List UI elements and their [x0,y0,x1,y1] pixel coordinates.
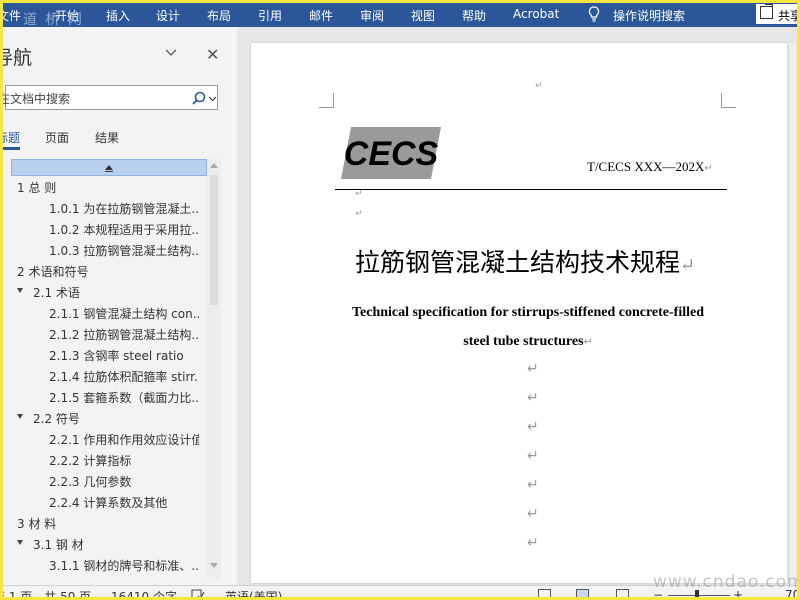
heading-item[interactable]: 2.2.1 作用和作用效应设计值 [49,429,199,449]
document-title-cn: 拉筋钢管混凝土结构技术规程↵ [355,248,696,277]
tab-review[interactable]: 审阅 [360,7,384,24]
collapse-arrow-icon[interactable] [17,414,23,419]
heading-item[interactable]: 2.1.1 钢管混凝土结构 con... [49,303,199,323]
tab-layout[interactable]: 布局 [207,7,231,24]
cecs-logo: CECS [341,127,441,179]
document-title-en-line1: Technical specification for stirrups-sti… [351,305,705,320]
zoom-slider[interactable] [668,595,730,596]
paragraph-mark: ↵ [355,209,363,219]
share-button[interactable]: 共享 [755,3,800,25]
nav-search-box [3,85,218,110]
heading-item[interactable]: 2.2 符号 [17,408,167,428]
document-page[interactable]: ↵ CECS T/CECS XXX—202X↵ ↵ ↵ 拉筋钢管混凝土结构技术规… [251,43,787,583]
paragraph-mark: ↵ [527,448,539,464]
heading-item[interactable]: 1.0.1 为在拉筋钢管混凝土... [49,198,199,218]
collapse-arrow-icon[interactable] [17,540,23,545]
lightbulb-icon[interactable] [588,6,600,22]
collapse-arrow-icon[interactable] [17,288,23,293]
heading-item[interactable]: 1 总 则 [17,177,167,197]
close-icon[interactable]: ✕ [206,45,219,64]
heading-item[interactable]: 3 材 料 [17,513,167,533]
document-area: ↵ CECS T/CECS XXX—202X↵ ↵ ↵ 拉筋钢管混凝土结构技术规… [237,27,797,585]
heading-item[interactable]: 2.1.2 拉筋钢管混凝土结构... [49,324,199,344]
tab-insert[interactable]: 插入 [106,7,130,24]
tab-help[interactable]: 帮助 [462,7,486,24]
tab-design[interactable]: 设计 [156,7,180,24]
paragraph-mark: ↵ [527,477,539,493]
tab-mailings[interactable]: 邮件 [309,7,333,24]
read-mode-icon[interactable] [538,589,551,597]
tab-references[interactable]: 引用 [258,7,282,24]
nav-title: 导航 [3,47,33,69]
paragraph-mark: ↵ [527,361,539,377]
crop-mark-top-left [319,93,334,108]
scroll-up-icon[interactable] [210,163,218,168]
nav-search-input[interactable] [3,89,170,108]
share-label: 共享 [778,9,800,23]
document-scrollbar[interactable] [790,43,796,583]
heading-item[interactable]: 2.1.3 含钢率 steel ratio [49,345,199,365]
page-indicator[interactable]: 第 1 页，共 50 页 [3,588,91,597]
heading-item[interactable]: 1.0.3 拉筋钢管混凝土结构... [49,240,199,260]
heading-item[interactable]: 3.1.1 钢材的牌号和标准、... [49,555,199,575]
header-rule [335,189,727,190]
site-watermark: 道 桥 网 [23,12,84,28]
language-indicator[interactable]: 英语(美国) [225,588,282,597]
tab-pages[interactable]: 页面 [45,129,69,146]
tab-headings[interactable]: 标题 [3,129,21,150]
paragraph-mark: ↵ [535,81,543,91]
tell-me-search[interactable]: 操作说明搜索 [613,7,685,24]
search-icon[interactable] [192,91,206,105]
heading-item[interactable]: 2.2.3 几何参数 [49,471,199,491]
heading-item[interactable]: 2.2.2 计算指标 [49,450,199,470]
tab-results[interactable]: 结果 [95,129,119,146]
search-options-chevron-icon[interactable] [209,95,216,102]
web-layout-icon[interactable] [616,589,629,597]
crop-mark-top-right [721,93,736,108]
share-icon [760,4,773,19]
tab-acrobat[interactable]: Acrobat [513,7,559,21]
paragraph-mark: ↵ [527,535,539,551]
document-title-en-line2: steel tube structures↵ [463,334,593,349]
standard-number: T/CECS XXX—202X↵ [587,159,713,174]
site-watermark-url: www.cndao.com [653,572,800,592]
heading-item[interactable]: 2.1.5 套箍系数（截面力比... [49,387,199,407]
heading-item[interactable]: 1.0.2 本规程适用于采用拉... [49,219,199,239]
heading-item[interactable]: 2 术语和符号 [17,261,167,281]
app-window: 文件 开始 插入 设计 布局 引用 邮件 审阅 视图 帮助 Acrobat 操作… [0,0,800,600]
chevron-down-icon[interactable] [166,47,176,57]
heading-item[interactable]: 2.1 术语 [17,282,167,302]
ribbon-tabs: 文件 开始 插入 设计 布局 引用 邮件 审阅 视图 帮助 Acrobat 操作… [3,3,800,28]
svg-text:CECS: CECS [344,135,439,173]
scroll-thumb[interactable] [210,175,218,305]
nav-scrollbar[interactable] [207,159,221,579]
heading-item[interactable]: 3.1 钢 材 [17,534,167,554]
paragraph-mark: ↵ [527,419,539,435]
print-layout-icon[interactable] [576,589,589,597]
arrow-up-icon [105,165,113,170]
scroll-to-top-button[interactable] [11,159,207,176]
paragraph-mark: ↵ [527,506,539,522]
navigation-pane: 导航 ✕ 标题 页面 结果 1 总 则 1.0.1 为在拉筋钢管混凝土... [3,27,237,585]
nav-tabs: 标题 页面 结果 [3,127,237,151]
paragraph-mark: ↵ [527,390,539,406]
tab-file[interactable]: 文件 [3,7,21,24]
tab-view[interactable]: 视图 [411,7,435,24]
word-count[interactable]: 16410 个字 [111,588,177,597]
proofing-icon[interactable] [191,589,205,600]
heading-item[interactable]: 2.2.4 计算系数及其他 [49,492,199,512]
scroll-down-icon[interactable] [210,563,218,568]
paragraph-mark: ↵ [355,189,363,199]
heading-item[interactable]: 2.1.4 拉筋体积配箍率 stirr... [49,366,199,386]
